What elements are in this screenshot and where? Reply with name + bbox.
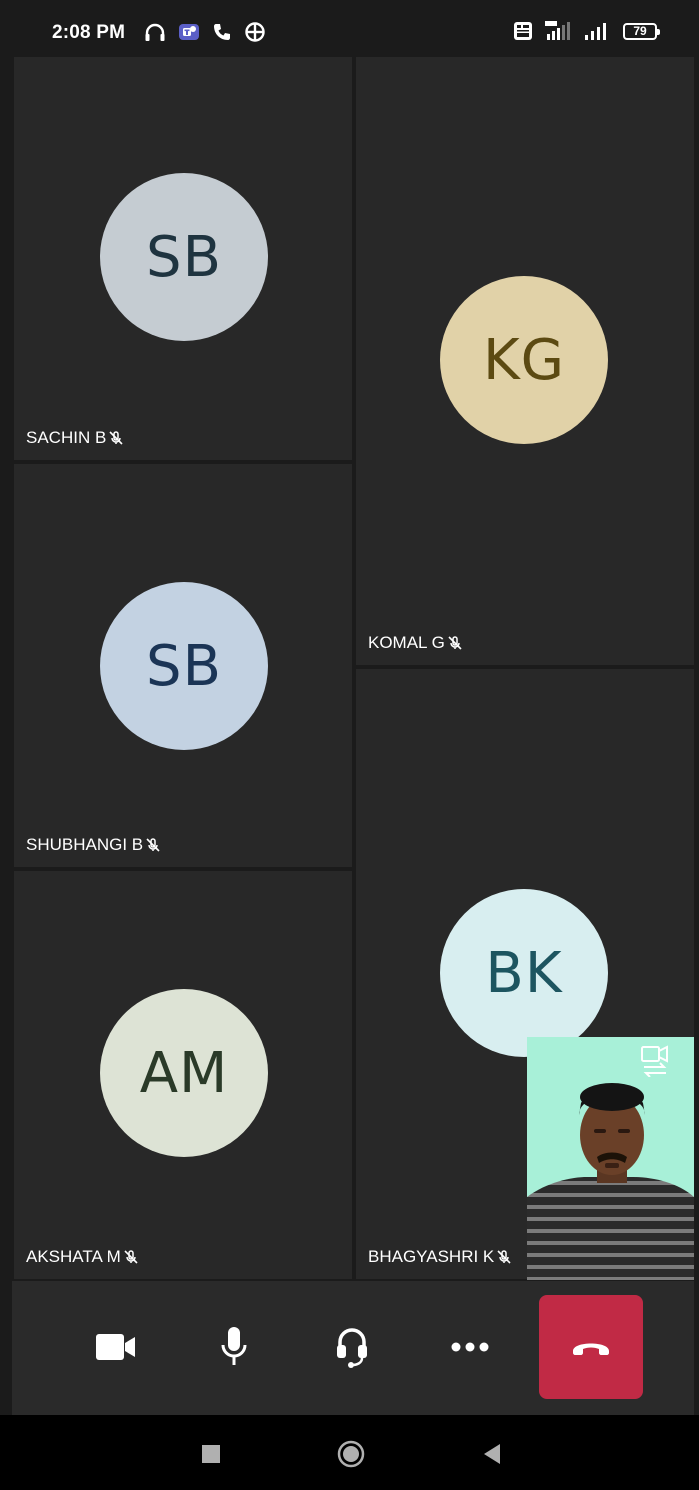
participant-avatar: BK [440,889,608,1057]
more-options-icon [451,1342,489,1352]
battery-indicator: 79 [623,22,660,40]
hang-up-button[interactable] [539,1295,643,1399]
hang-up-icon [573,1343,609,1355]
participant-name: BHAGYASHRI K [368,1247,495,1266]
mic-off-icon [146,838,160,852]
participant-initials: KG [482,327,566,393]
participant-avatar: KG [440,276,608,444]
participant-name: SHUBHANGI B [26,835,144,854]
participant-initials: SB [146,633,222,699]
recents-icon [202,1445,220,1463]
participant-avatar: AM [100,989,268,1157]
microphone-toggle-button[interactable] [182,1295,286,1399]
phone-call-icon [214,24,230,40]
participant-name-label: SHUBHANGI B [26,835,161,855]
participant-name: KOMAL G [368,633,445,652]
video-camera-icon [96,1334,135,1360]
participant-tile[interactable]: SB SHUBHANGI B [14,464,352,867]
call-controls-bar [12,1281,694,1415]
camera-toggle-button[interactable] [64,1295,168,1399]
participant-name-label: BHAGYASHRI K [368,1247,512,1267]
participant-name: SACHIN B [26,428,107,447]
mic-off-icon [448,636,462,650]
mic-off-icon [497,1250,511,1264]
participant-initials: BK [485,940,563,1006]
headphones-icon [145,23,165,41]
status-right-icons: 79 [513,20,660,42]
mic-off-icon [124,1250,138,1264]
more-options-button[interactable] [418,1295,522,1399]
back-icon [484,1444,500,1464]
participant-tile[interactable]: SB SACHIN B [14,57,352,460]
participant-name: AKSHATA M [26,1247,121,1266]
mic-off-icon [109,431,123,445]
participant-name-label: SACHIN B [26,428,124,448]
status-left-icons [144,21,266,43]
home-button[interactable] [336,1439,366,1469]
participant-tile[interactable]: AM AKSHATA M [14,871,352,1279]
battery-level: 79 [633,24,647,38]
participant-initials: AM [139,1040,229,1106]
status-bar: 2:08 PM 79 [0,0,699,52]
teams-icon [179,24,199,40]
signal-icon [585,23,606,40]
participant-name-label: KOMAL G [368,633,463,653]
participant-initials: SB [146,224,222,290]
system-navigation-bar [0,1415,699,1490]
participant-tile[interactable]: KG KOMAL G [356,57,694,665]
audio-options-button[interactable] [300,1295,404,1399]
volte-icon [514,22,532,40]
switch-camera-icon[interactable] [638,1043,672,1077]
headset-icon [337,1328,367,1368]
microphone-icon [221,1327,247,1365]
recents-button[interactable] [196,1439,226,1469]
status-time: 2:08 PM [52,22,126,43]
signal-4g-icon [545,21,570,40]
home-icon [337,1440,365,1468]
self-video-preview[interactable] [527,1037,694,1280]
vpn-icon [245,22,265,42]
back-button[interactable] [477,1439,507,1469]
participant-avatar: SB [100,582,268,750]
participant-name-label: AKSHATA M [26,1247,139,1267]
participant-avatar: SB [100,173,268,341]
